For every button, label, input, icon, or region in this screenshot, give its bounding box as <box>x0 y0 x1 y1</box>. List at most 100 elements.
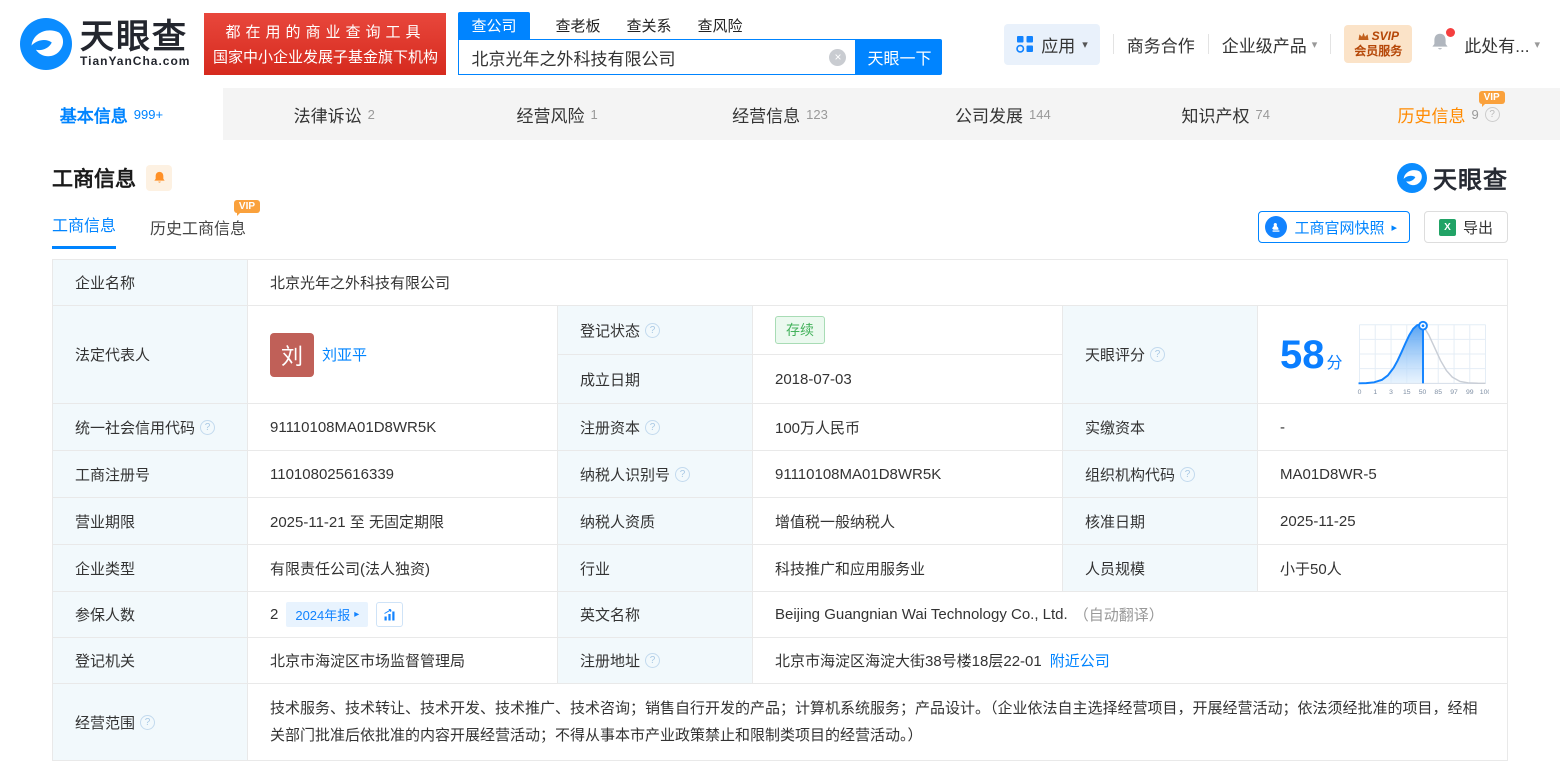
field-label: 人员规模 <box>1063 545 1258 591</box>
reg-authority-value: 北京市海淀区市场监督管理局 <box>248 638 558 683</box>
search-tab-boss[interactable]: 查老板 <box>556 12 601 39</box>
svg-text:99: 99 <box>1465 389 1473 396</box>
svip-label: SVIP <box>1371 29 1399 43</box>
insured-count: 2 <box>270 606 279 623</box>
table-row: 营业期限 2025-11-21 至 无固定期限 纳税人资质 增值税一般纳税人 核… <box>53 498 1507 545</box>
section-title: 工商信息 <box>52 167 136 191</box>
table-row: 企业类型 有限责任公司(法人独资) 行业 科技推广和应用服务业 人员规模 小于5… <box>53 545 1507 592</box>
enterprise-products-label: 企业级产品 <box>1221 36 1307 56</box>
help-icon[interactable]: ? <box>140 714 156 730</box>
watermark-text: 天眼查 <box>1433 167 1508 194</box>
crown-icon <box>1358 32 1369 40</box>
apps-label: 应用 <box>1041 36 1076 56</box>
reg-number-value: 110108025616339 <box>248 451 558 497</box>
score-distribution-chart: 0 1 3 15 50 85 97 99 100 <box>1357 320 1489 396</box>
logo-mark-icon <box>1397 162 1427 193</box>
help-icon[interactable]: ? <box>675 466 691 482</box>
help-icon[interactable]: ? <box>645 653 661 668</box>
official-snapshot-button[interactable]: 工商官网快照 ▸ <box>1258 211 1410 243</box>
help-icon[interactable]: ? <box>1180 466 1196 482</box>
company-nav-tabs: 基本信息 999+ 法律诉讼 2 经营风险 1 经营信息 123 公司发展 14… <box>0 88 1560 140</box>
status-badge: 存续 <box>775 316 825 344</box>
field-label: 法定代表人 <box>53 306 248 403</box>
tab-history-info[interactable]: VIP 历史信息 9 ? <box>1337 88 1560 140</box>
credit-code-value: 91110108MA01D8WR5K <box>248 404 558 450</box>
search-tab-risk[interactable]: 查风险 <box>698 12 743 39</box>
search-tab-relation[interactable]: 查关系 <box>627 12 672 39</box>
annual-report-link[interactable]: 2024年报 ▸ <box>286 602 369 627</box>
promo-banner: 都在用的商业查询工具 国家中小企业发展子基金旗下机构 <box>204 13 447 75</box>
auto-translate-note: （自动翻译） <box>1073 607 1164 624</box>
user-menu[interactable]: 此处有... ▾ <box>1464 32 1540 57</box>
field-label: 英文名称 <box>558 592 753 637</box>
apps-button[interactable]: 应用 ▾ <box>1004 23 1100 65</box>
search-button[interactable]: 天眼一下 <box>856 39 943 75</box>
divider <box>1330 34 1332 54</box>
table-row: 经营范围? 技术服务、技术转让、技术开发、技术推广、技术咨询；销售自行开发的产品… <box>53 684 1507 760</box>
user-menu-label: 此处有... <box>1464 36 1530 56</box>
arrow-right-icon: ▸ <box>1391 221 1397 234</box>
notification-bell[interactable] <box>1429 27 1456 58</box>
tab-business-info[interactable]: 经营信息 123 <box>669 88 892 140</box>
svip-member-button[interactable]: SVIP 会员服务 <box>1344 25 1413 63</box>
business-scope-value: 技术服务、技术转让、技术开发、技术推广、技术咨询；销售自行开发的产品；计算机系统… <box>248 684 1507 760</box>
help-icon[interactable]: ? <box>645 322 661 338</box>
company-type-value: 有限责任公司(法人独资) <box>248 545 558 591</box>
business-info-table: 企业名称 北京光年之外科技有限公司 法定代表人 刘 刘亚平 登记状态? 存续 成… <box>52 259 1508 761</box>
field-label: 组织机构代码? <box>1063 451 1258 497</box>
field-label: 注册地址? <box>558 638 753 683</box>
search-input-wrap: × <box>458 39 857 75</box>
insured-count-cell: 2 2024年报 ▸ <box>248 592 558 637</box>
tab-operating-risk[interactable]: 经营风险 1 <box>446 88 669 140</box>
table-row: 企业名称 北京光年之外科技有限公司 <box>53 260 1507 306</box>
nearby-companies-link[interactable]: 附近公司 <box>1050 650 1110 671</box>
help-icon[interactable]: ? <box>1150 347 1166 362</box>
field-label: 企业名称 <box>53 260 248 305</box>
tab-intellectual-property[interactable]: 知识产权 74 <box>1114 88 1337 140</box>
approval-date-value: 2025-11-25 <box>1258 498 1507 544</box>
subscribe-bell-button[interactable] <box>146 164 172 191</box>
field-label: 纳税人资质 <box>558 498 753 544</box>
table-row: 统一社会信用代码? 91110108MA01D8WR5K 注册资本? 100万人… <box>53 404 1507 451</box>
search-tab-company[interactable]: 查公司 <box>458 12 530 39</box>
subtab-business-info[interactable]: 工商信息 <box>52 212 117 249</box>
tab-legal-proceedings[interactable]: 法律诉讼 2 <box>223 88 446 140</box>
search-area: 查公司 查老板 查关系 查风险 × 天眼一下 <box>458 12 943 75</box>
svg-text:3: 3 <box>1389 389 1393 396</box>
grid-icon <box>1016 36 1034 53</box>
insured-trend-chart-button[interactable] <box>376 602 404 627</box>
svg-text:1: 1 <box>1373 389 1377 396</box>
svg-text:15: 15 <box>1402 389 1410 396</box>
svg-text:85: 85 <box>1434 389 1442 396</box>
legal-rep-link[interactable]: 刘亚平 <box>322 344 367 365</box>
header-right-nav: 应用 ▾ 商务合作 企业级产品 ▾ SVIP 会员服务 此处有... ▾ <box>1004 23 1540 65</box>
bell-icon <box>153 171 165 183</box>
divider <box>1112 34 1114 54</box>
table-row: 参保人数 2 2024年报 ▸ 英文名称 Beijing Guangnian W… <box>53 592 1507 638</box>
help-icon[interactable]: ? <box>645 419 661 435</box>
chevron-down-icon: ▾ <box>1534 38 1540 51</box>
avatar[interactable]: 刘 <box>270 332 314 377</box>
arrow-right-icon: ▸ <box>354 609 360 620</box>
table-row: 工商注册号 110108025616339 纳税人识别号? 91110108MA… <box>53 451 1507 498</box>
export-button[interactable]: X 导出 <box>1423 211 1508 243</box>
english-name-value: Beijing Guangnian Wai Technology Co., Lt… <box>753 592 1507 637</box>
tab-basic-info[interactable]: 基本信息 999+ <box>0 88 223 140</box>
logo-domain: TianYanCha.com <box>80 54 191 68</box>
business-term-value: 2025-11-21 至 无固定期限 <box>248 498 558 544</box>
notification-dot <box>1446 27 1456 37</box>
business-coop-link[interactable]: 商务合作 <box>1127 32 1195 57</box>
banner-line1: 都在用的商业查询工具 <box>225 24 426 41</box>
help-icon[interactable]: ? <box>1484 106 1500 122</box>
svg-text:0: 0 <box>1357 389 1361 396</box>
tab-company-development[interactable]: 公司发展 144 <box>891 88 1114 140</box>
field-label: 工商注册号 <box>53 451 248 497</box>
paid-capital-value: - <box>1258 404 1507 450</box>
help-icon[interactable]: ? <box>200 419 216 435</box>
svg-text:97: 97 <box>1450 389 1458 396</box>
subtab-history-business-info[interactable]: 历史工商信息 VIP <box>150 199 261 249</box>
tianyancha-logo[interactable]: 天眼查 TianYanCha.com <box>20 18 190 70</box>
vip-badge: VIP <box>1478 91 1505 107</box>
search-input[interactable] <box>459 40 856 74</box>
enterprise-products-link[interactable]: 企业级产品 ▾ <box>1222 32 1318 57</box>
